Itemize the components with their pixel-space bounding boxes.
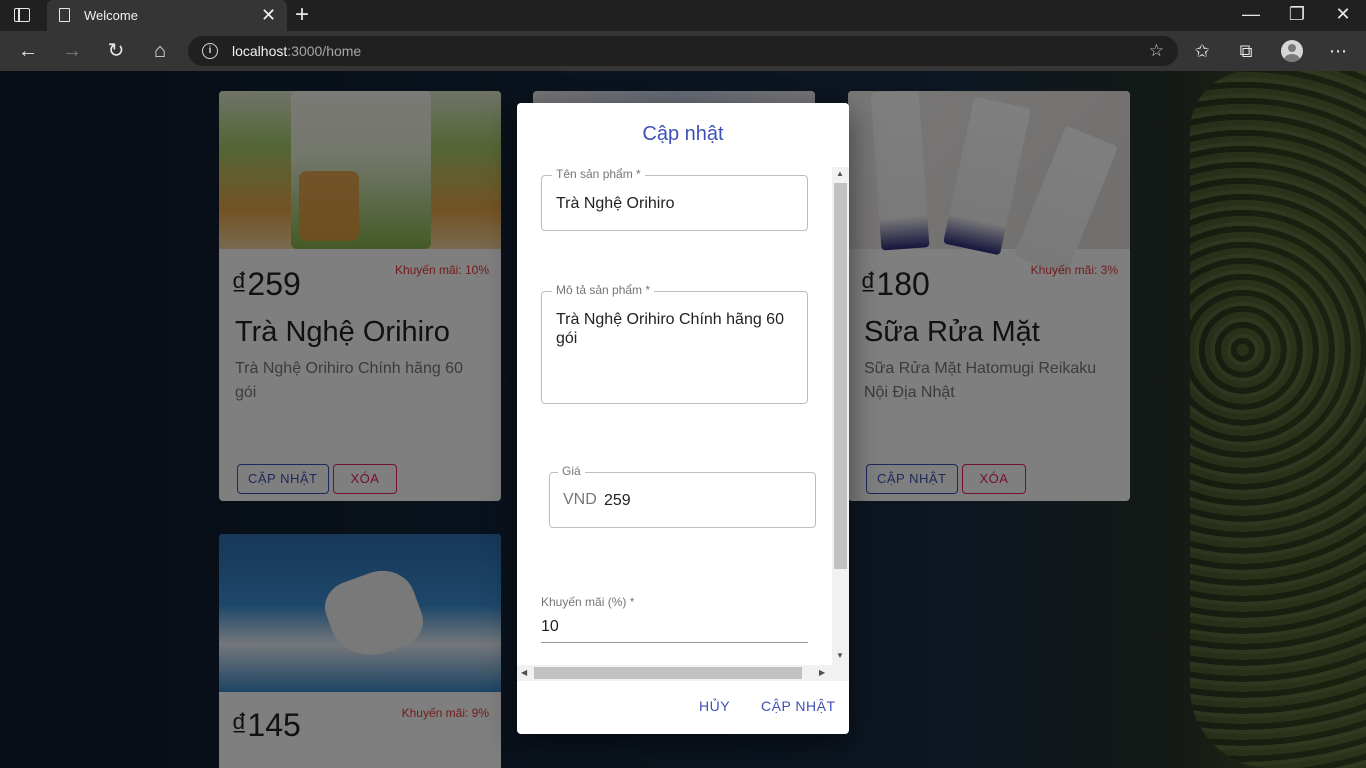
more-icon[interactable]: ⋯: [1326, 39, 1350, 63]
restore-button[interactable]: ❐: [1285, 4, 1309, 24]
collections-icon[interactable]: ⧉: [1234, 39, 1258, 63]
browser-tab[interactable]: Welcome ✕: [47, 0, 287, 31]
price-input[interactable]: 259: [604, 491, 631, 510]
tab-close-icon[interactable]: ✕: [261, 5, 276, 25]
product-description-input[interactable]: Trà Nghệ Orihiro Chính hãng 60 gói: [556, 310, 796, 348]
profile-icon[interactable]: [1281, 40, 1303, 62]
page-icon: [59, 8, 70, 22]
close-window-button[interactable]: ✕: [1331, 4, 1355, 24]
dialog-content: Tên sản phẩm * Trà Nghệ Orihiro Mô tả sả…: [517, 167, 849, 681]
site-info-icon[interactable]: i: [202, 43, 218, 59]
vertical-scroll-thumb[interactable]: [834, 183, 847, 569]
favorites-icon[interactable]: ✩: [1190, 39, 1214, 63]
dialog-title: Cập nhật: [642, 123, 724, 145]
product-description-field[interactable]: Mô tả sản phẩm * Trà Nghệ Orihiro Chính …: [541, 283, 808, 404]
url-text[interactable]: localhost:3000/home: [232, 43, 361, 59]
product-description-label: Mô tả sản phẩm *: [552, 283, 655, 297]
discount-input[interactable]: 10: [541, 618, 559, 636]
scroll-down-icon[interactable]: ▼: [836, 651, 844, 660]
product-name-input[interactable]: Trà Nghệ Orihiro: [556, 194, 675, 213]
product-name-label: Tên sản phẩm *: [552, 167, 645, 181]
scroll-up-icon[interactable]: ▲: [836, 169, 844, 178]
scroll-left-icon[interactable]: ◀: [521, 668, 527, 677]
address-bar[interactable]: i localhost:3000/home ☆: [188, 36, 1178, 66]
add-favorite-icon[interactable]: ☆: [1149, 41, 1164, 61]
discount-label: Khuyến mãi (%) *: [541, 595, 635, 609]
cancel-button[interactable]: HỦY: [699, 698, 730, 714]
minimize-button[interactable]: —: [1239, 4, 1263, 24]
product-name-field[interactable]: Tên sản phẩm * Trà Nghệ Orihiro: [541, 167, 808, 231]
scroll-right-icon[interactable]: ▶: [819, 668, 825, 677]
home-icon[interactable]: ⌂: [148, 39, 172, 63]
new-tab-button[interactable]: +: [295, 3, 309, 27]
price-field[interactable]: Giá VND 259: [549, 464, 816, 528]
horizontal-scroll-thumb[interactable]: [534, 667, 802, 679]
vertical-scrollbar[interactable]: ▲ ▼: [832, 167, 849, 665]
price-label: Giá: [558, 464, 585, 478]
discount-underline: [541, 642, 808, 643]
scrollbar-corner: [832, 665, 849, 681]
browser-toolbar: ← → ↻ ⌂ i localhost:3000/home ☆ ✩ ⧉ ⋯: [0, 31, 1366, 71]
horizontal-scrollbar[interactable]: ◀ ▶: [517, 665, 832, 681]
submit-update-button[interactable]: CẬP NHẬT: [761, 698, 836, 714]
currency-adornment: VND: [563, 491, 597, 508]
refresh-icon[interactable]: ↻: [104, 39, 128, 63]
browser-titlebar: Welcome ✕ + — ❐ ✕: [0, 0, 1366, 31]
back-icon[interactable]: ←: [16, 39, 40, 63]
tab-actions-icon[interactable]: [14, 8, 30, 22]
forward-icon[interactable]: →: [60, 39, 84, 63]
update-dialog: Cập nhật Tên sản phẩm * Trà Nghệ Orihiro…: [517, 103, 849, 734]
tab-title: Welcome: [84, 8, 138, 23]
